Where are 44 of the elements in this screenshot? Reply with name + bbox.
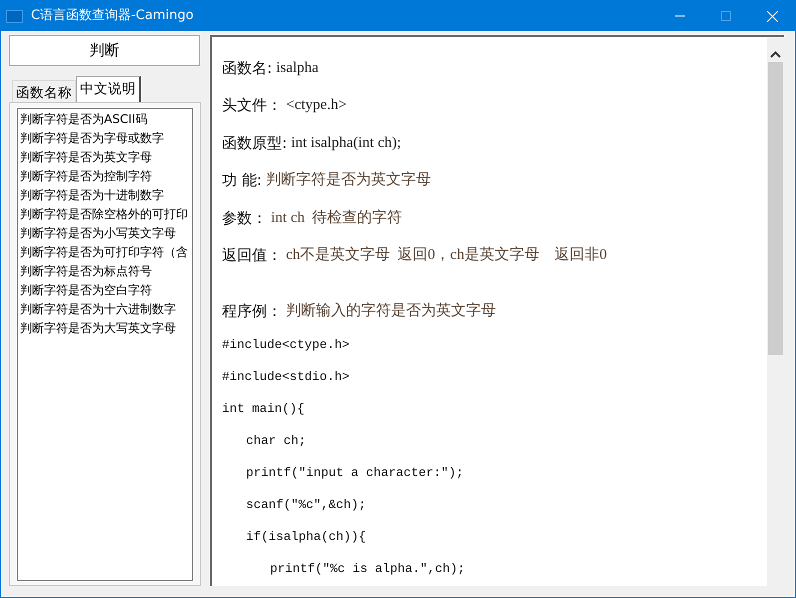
code-line: if(isalpha(ch)){ xyxy=(246,529,366,546)
app-icon xyxy=(6,10,23,22)
code-line: printf("%c is alpha.",ch); xyxy=(270,561,466,578)
code-line: printf("input a character:"); xyxy=(246,465,464,482)
field-value: int isalpha(int ch); xyxy=(291,134,402,152)
code-line: int main(){ xyxy=(222,401,305,418)
field-value: int ch 待检查的字符 xyxy=(271,208,402,228)
field-value: ch不是英文字母 返回0，ch是英文字母 返回非0 xyxy=(286,245,607,265)
code-line: #include<ctype.h> xyxy=(222,337,350,354)
scroll-thumb[interactable] xyxy=(768,62,783,355)
field-label: 返回值： xyxy=(222,245,282,266)
code-line: #include<stdio.h> xyxy=(222,369,350,386)
window-title: C语言函数查询器-Camingo xyxy=(31,7,194,26)
search-field[interactable]: 判断 xyxy=(9,35,200,66)
scrollbar[interactable] xyxy=(767,37,784,586)
tab[interactable]: 中文说明 xyxy=(76,76,141,102)
field-label: 函数名: xyxy=(222,58,272,78)
field-label: 程序例： xyxy=(222,300,282,322)
code-line: char ch; xyxy=(246,433,306,450)
code-line: scanf("%c",&ch); xyxy=(246,497,366,514)
list-item[interactable]: 判断字符是否为空白字符 xyxy=(20,281,190,300)
field-value: 判断字符是否为英文字母 xyxy=(266,170,431,190)
field-label: 函数原型: xyxy=(222,132,288,154)
list-item[interactable]: 判断字符是否为十六进制数字 xyxy=(20,300,190,319)
list-item[interactable]: 判断字符是否为小写英文字母 xyxy=(20,224,190,243)
list-item[interactable]: 判断字符是否为英文字母 xyxy=(20,148,190,167)
close-icon xyxy=(766,10,778,22)
list-item[interactable]: 判断字符是否为控制字符 xyxy=(20,167,190,186)
list-item[interactable]: 判断字符是否为ASCII码 xyxy=(20,110,190,129)
field-value: <ctype.h> xyxy=(286,96,347,115)
list-item[interactable]: 判断字符是否为大写英文字母 xyxy=(20,319,190,338)
tab[interactable]: 函数名称 xyxy=(12,80,76,102)
field-label: 参数： xyxy=(222,208,267,228)
list-item[interactable]: 判断字符是否为十进制数字 xyxy=(20,186,190,205)
field-value: isalpha xyxy=(276,58,319,78)
list-item[interactable]: 判断字符是否为字母或数字 xyxy=(20,129,190,148)
maximize-icon xyxy=(721,11,731,21)
list-item[interactable]: 判断字符是否为标点符号 xyxy=(20,262,190,281)
scroll-up-icon[interactable] xyxy=(770,51,781,58)
field-label: 头文件： xyxy=(222,95,282,116)
list-item[interactable]: 判断字符是否除空格外的可打印 xyxy=(20,205,190,224)
field-value: 判断输入的字符是否为英文字母 xyxy=(286,301,496,320)
field-label: 功 能: xyxy=(222,170,262,191)
list-item[interactable]: 判断字符是否为可打印字符（含 xyxy=(20,243,190,262)
